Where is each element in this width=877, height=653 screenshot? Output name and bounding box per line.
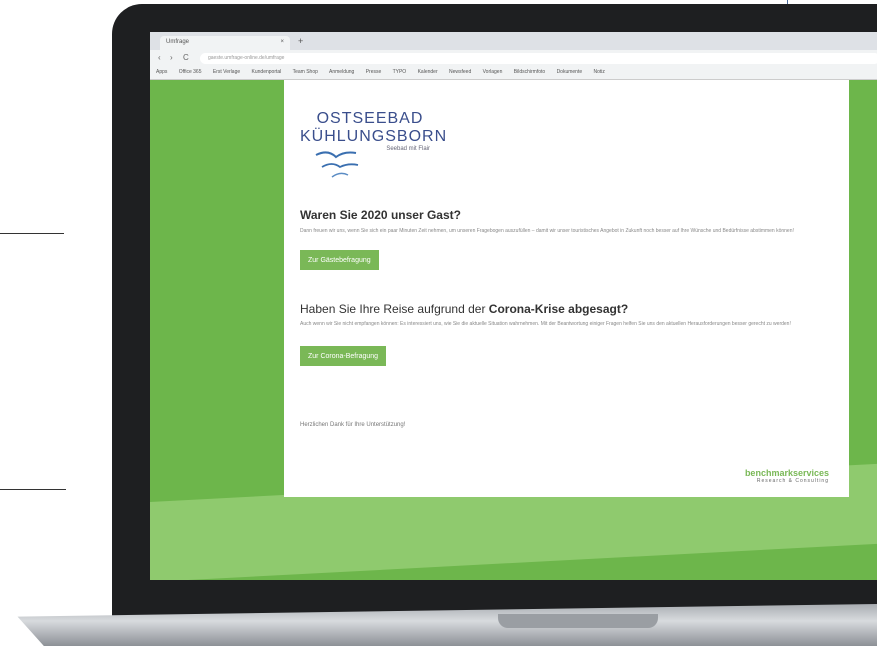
bookmark-item[interactable]: Newsfeed	[449, 69, 471, 75]
browser-tabbar: Umfrage × +	[150, 32, 877, 50]
bookmark-item[interactable]: Kundenportal	[252, 69, 282, 75]
brand-name: benchmarkservices	[744, 468, 829, 478]
tab-close-icon[interactable]: ×	[280, 39, 284, 45]
bookmark-item[interactable]: Team Shop	[293, 69, 318, 75]
guest-survey-button[interactable]: Zur Gästebefragung	[300, 250, 379, 270]
brand-tagline: Research & Consulting	[756, 478, 829, 484]
section2-text: Auch wenn wir Sie nicht empfangen können…	[300, 321, 791, 327]
bookmark-item[interactable]: TYPO	[393, 69, 407, 75]
section2-title: Haben Sie Ihre Reise aufgrund der Corona…	[300, 302, 628, 316]
bookmarks-bar: Apps Office 365 Erst Verlage Kundenporta…	[150, 66, 877, 80]
bookmark-item[interactable]: Apps	[156, 69, 167, 75]
seagulls-icon	[315, 151, 359, 178]
section2-title-plain: Haben Sie Ihre Reise aufgrund der	[300, 302, 489, 316]
bookmark-item[interactable]: Anmeldung	[329, 69, 354, 75]
bookmark-item[interactable]: Bildschirmfoto	[514, 69, 545, 75]
benchmarkservices-logo: benchmarkservices Research & Consulting	[745, 468, 829, 484]
browser-tab[interactable]: Umfrage ×	[160, 36, 290, 50]
laptop-screen: Umfrage × + ‹ › C gaeste.umfrage-online.…	[150, 32, 877, 580]
laptop-notch	[498, 614, 658, 628]
bookmark-item[interactable]: Vorlagen	[483, 69, 503, 75]
bookmark-item[interactable]: Erst Verlage	[213, 69, 240, 75]
tab-title: Umfrage	[166, 39, 190, 45]
address-bar[interactable]: gaeste.umfrage-online.de/umfrage	[200, 53, 877, 64]
kuehlungsborn-logo: OSTSEEBAD KÜHLUNGSBORN Seebad mit Flair	[300, 110, 448, 152]
bookmark-item[interactable]: Dokumente	[557, 69, 583, 75]
survey-card: OSTSEEBAD KÜHLUNGSBORN Seebad mit Flair …	[284, 80, 849, 497]
section1-title: Waren Sie 2020 unser Gast?	[300, 208, 461, 222]
reload-icon[interactable]: C	[183, 53, 189, 62]
logo-line-2: KÜHLUNGSBORN	[300, 128, 448, 145]
thanks-text: Herzlichen Dank für Ihre Unterstützung!	[300, 422, 406, 428]
new-tab-button[interactable]: +	[298, 36, 303, 46]
decor-line-top	[0, 233, 64, 234]
corona-survey-button[interactable]: Zur Corona-Befragung	[300, 346, 387, 366]
bookmark-item[interactable]: Notiz	[594, 69, 605, 75]
bookmark-item[interactable]: Office 365	[179, 69, 202, 75]
bookmark-item[interactable]: Presse	[366, 69, 382, 75]
browser-toolbar: ‹ › C gaeste.umfrage-online.de/umfrage	[150, 50, 877, 66]
section1-text: Dann freuen wir uns, wenn Sie sich ein p…	[300, 228, 794, 234]
back-icon[interactable]: ‹	[158, 53, 161, 62]
mockup-stage: Umfrage × + ‹ › C gaeste.umfrage-online.…	[0, 0, 877, 653]
forward-icon[interactable]: ›	[170, 53, 173, 62]
decor-line-bottom	[0, 489, 66, 490]
bookmark-item[interactable]: Kalender	[418, 69, 438, 75]
logo-line-1: OSTSEEBAD	[316, 110, 424, 127]
section2-title-bold: Corona-Krise abgesagt?	[488, 302, 629, 316]
